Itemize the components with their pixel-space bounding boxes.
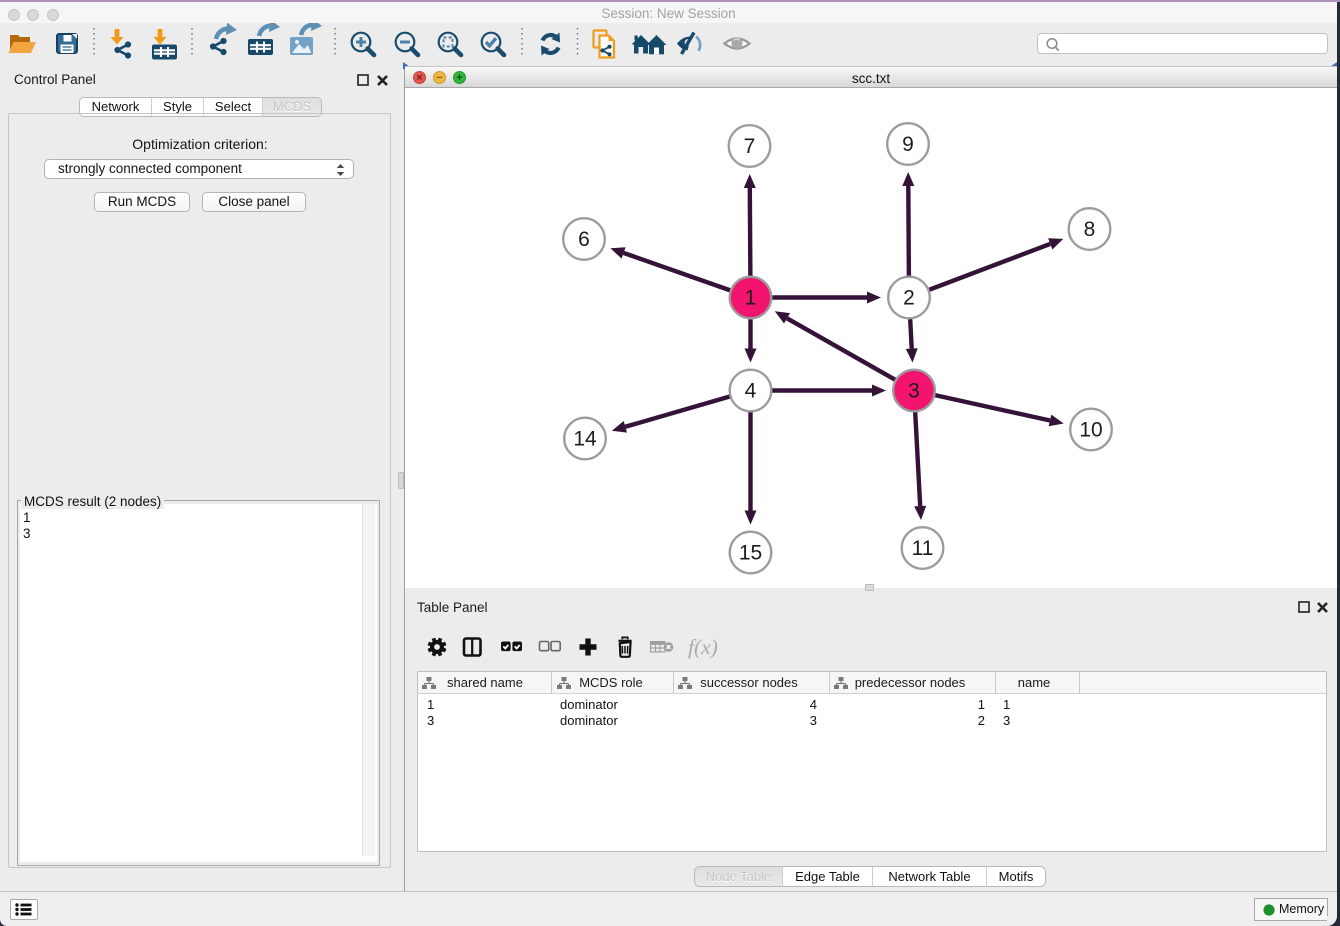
svg-text:2: 2: [903, 287, 915, 310]
svg-text:8: 8: [1084, 218, 1096, 241]
svg-text:7: 7: [744, 135, 756, 158]
svg-text:14: 14: [573, 428, 597, 451]
svg-text:f(x): f(x): [688, 635, 718, 659]
svg-text:10: 10: [1079, 419, 1102, 442]
svg-text:1: 1: [745, 287, 757, 310]
svg-text:4: 4: [745, 380, 757, 403]
svg-text:15: 15: [739, 542, 762, 565]
svg-text:3: 3: [908, 380, 920, 403]
svg-text:9: 9: [902, 133, 914, 156]
svg-text:11: 11: [912, 537, 934, 560]
svg-text:6: 6: [578, 228, 590, 251]
